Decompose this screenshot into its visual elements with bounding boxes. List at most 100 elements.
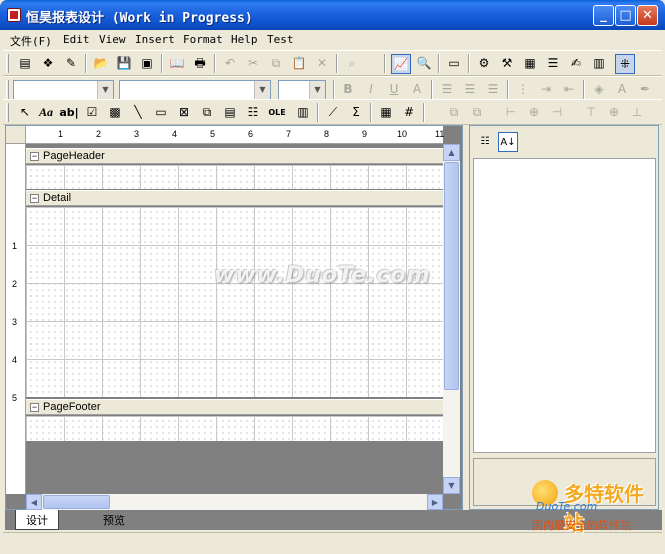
text-color-icon[interactable]: A — [612, 80, 632, 100]
list-icon[interactable]: ☰ — [543, 54, 563, 74]
new-report-icon[interactable]: ▤ — [15, 54, 35, 74]
tab-preview[interactable]: 预览 — [93, 510, 135, 530]
scroll-thumb[interactable] — [444, 162, 459, 390]
chevron-down-icon[interactable]: ▼ — [97, 81, 113, 99]
italic-button[interactable]: I — [361, 80, 381, 100]
scroll-right-icon[interactable]: ▶ — [427, 494, 443, 510]
scroll-down-icon[interactable]: ▼ — [443, 477, 460, 494]
fill-color-icon[interactable]: ◈ — [589, 80, 609, 100]
find-icon[interactable]: ⌕ — [342, 54, 362, 74]
textbox-tool[interactable]: ab| — [59, 103, 79, 123]
categorized-icon[interactable]: ☷ — [475, 132, 495, 152]
align-right-icon[interactable]: ☰ — [483, 80, 503, 100]
menu-file[interactable]: 文件(F) — [10, 33, 52, 49]
bullets-icon[interactable]: ⋮ — [513, 80, 533, 100]
align-bottoms-icon[interactable]: ⊥ — [627, 103, 647, 123]
band-area-detail[interactable] — [26, 207, 443, 397]
collapse-icon[interactable]: − — [30, 194, 39, 203]
outdent-icon[interactable]: ⇤ — [559, 80, 579, 100]
chevron-down-icon[interactable]: ▼ — [254, 81, 270, 99]
bold-button[interactable]: B — [338, 80, 358, 100]
pagebreak-icon[interactable]: ⊠ — [174, 103, 194, 123]
font-name-combo[interactable]: ▼ — [13, 80, 114, 100]
indent-icon[interactable]: ⇥ — [536, 80, 556, 100]
number-icon[interactable]: # — [399, 103, 419, 123]
font-color-button[interactable]: A — [407, 80, 427, 100]
pointer-icon[interactable]: ↖ — [15, 103, 35, 123]
rectangle-icon[interactable]: ▭ — [151, 103, 171, 123]
line-color-icon[interactable]: ✒ — [635, 80, 655, 100]
chart-icon[interactable]: 📈 — [391, 54, 411, 74]
paste-icon[interactable]: 📋 — [289, 54, 309, 74]
toolbar-grip[interactable] — [6, 80, 9, 99]
notepad-icon[interactable]: ▦ — [520, 54, 540, 74]
send-back-icon[interactable]: ⧉ — [467, 103, 487, 123]
sum-tool[interactable]: Σ — [346, 103, 366, 123]
print-preview-icon[interactable]: 🔍 — [414, 54, 434, 74]
calendar-icon[interactable]: ▦ — [376, 103, 396, 123]
toolbar-grip[interactable] — [6, 54, 9, 73]
grid-icon[interactable]: ▥ — [589, 54, 609, 74]
align-left-icon[interactable]: ☰ — [437, 80, 457, 100]
menu-help[interactable]: Help — [231, 33, 258, 46]
menu-format[interactable]: Format — [183, 33, 223, 46]
table-icon[interactable]: ▤ — [220, 103, 240, 123]
line-icon[interactable]: ╲ — [128, 103, 148, 123]
align-rights-icon[interactable]: ⊣ — [547, 103, 567, 123]
open-folder-icon[interactable]: 📂 — [91, 54, 111, 74]
save-all-icon[interactable]: ▣ — [137, 54, 157, 74]
page-setup-icon[interactable]: ▭ — [444, 54, 464, 74]
formula-icon[interactable]: ⟋ — [323, 103, 343, 123]
label-tool[interactable]: Aa — [36, 103, 56, 123]
open-report-icon[interactable]: ❖ — [38, 54, 58, 74]
report-designer[interactable]: 1 2 3 4 5 6 7 8 9 10 11 1 2 3 4 5 − Page… — [5, 125, 463, 510]
collapse-icon[interactable]: − — [30, 403, 39, 412]
maximize-button[interactable]: □ — [615, 5, 636, 26]
list-icon[interactable]: ☷ — [243, 103, 263, 123]
menu-insert[interactable]: Insert — [135, 33, 175, 46]
scroll-up-icon[interactable]: ▲ — [443, 144, 460, 161]
alphabetical-icon[interactable]: A↓ — [498, 132, 518, 152]
toolbar-grip[interactable] — [6, 103, 9, 122]
align-centers-icon[interactable]: ⊕ — [524, 103, 544, 123]
underline-button[interactable]: U — [384, 80, 404, 100]
subreport-icon[interactable]: ⧉ — [197, 103, 217, 123]
copy-icon[interactable]: ⧉ — [266, 54, 286, 74]
properties-icon[interactable]: ⚙ — [474, 54, 494, 74]
collapse-icon[interactable]: − — [30, 152, 39, 161]
align-tops-icon[interactable]: ⊤ — [581, 103, 601, 123]
vertical-scrollbar[interactable]: ▲ ▼ — [443, 144, 460, 494]
band-area-pagefooter[interactable] — [26, 416, 443, 441]
band-header-pageheader[interactable]: − PageHeader — [26, 148, 443, 164]
align-middles-icon[interactable]: ⊕ — [604, 103, 624, 123]
font-size-combo[interactable]: ▼ — [278, 80, 326, 100]
cut-icon[interactable]: ✂ — [243, 54, 263, 74]
script-icon[interactable]: ✍ — [566, 54, 586, 74]
save-icon[interactable]: 💾 — [114, 54, 134, 74]
horizontal-scrollbar[interactable]: ◀ ▶ — [26, 494, 443, 510]
band-header-pagefooter[interactable]: − PageFooter — [26, 399, 443, 415]
ole-tool[interactable]: OLE — [267, 103, 287, 123]
band-area-pageheader[interactable] — [26, 165, 443, 189]
preview-book-icon[interactable]: 📖 — [167, 54, 187, 74]
menu-view[interactable]: View — [99, 33, 126, 46]
property-grid[interactable] — [473, 158, 656, 453]
delete-icon[interactable]: ✕ — [312, 54, 332, 74]
style-combo[interactable]: ▼ — [119, 80, 271, 100]
bring-front-icon[interactable]: ⧉ — [444, 103, 464, 123]
scroll-thumb[interactable] — [43, 495, 110, 509]
scroll-left-icon[interactable]: ◀ — [26, 494, 42, 510]
align-lefts-icon[interactable]: ⊢ — [501, 103, 521, 123]
checkbox-icon[interactable]: ☑ — [82, 103, 102, 123]
barcode-icon[interactable]: ▥ — [293, 103, 313, 123]
image-icon[interactable]: ▩ — [105, 103, 125, 123]
print-icon[interactable]: 🖶 — [190, 54, 210, 74]
align-center-icon[interactable]: ☰ — [460, 80, 480, 100]
title-bar[interactable]: 恒昊报表设计 (Work in Progress) _ □ ✕ — [0, 0, 665, 30]
tools-icon[interactable]: ⚒ — [497, 54, 517, 74]
undo-icon[interactable]: ↶ — [220, 54, 240, 74]
menu-edit[interactable]: Edit — [63, 33, 90, 46]
minimize-button[interactable]: _ — [593, 5, 614, 26]
chevron-down-icon[interactable]: ▼ — [309, 81, 325, 99]
close-button[interactable]: ✕ — [637, 5, 658, 26]
